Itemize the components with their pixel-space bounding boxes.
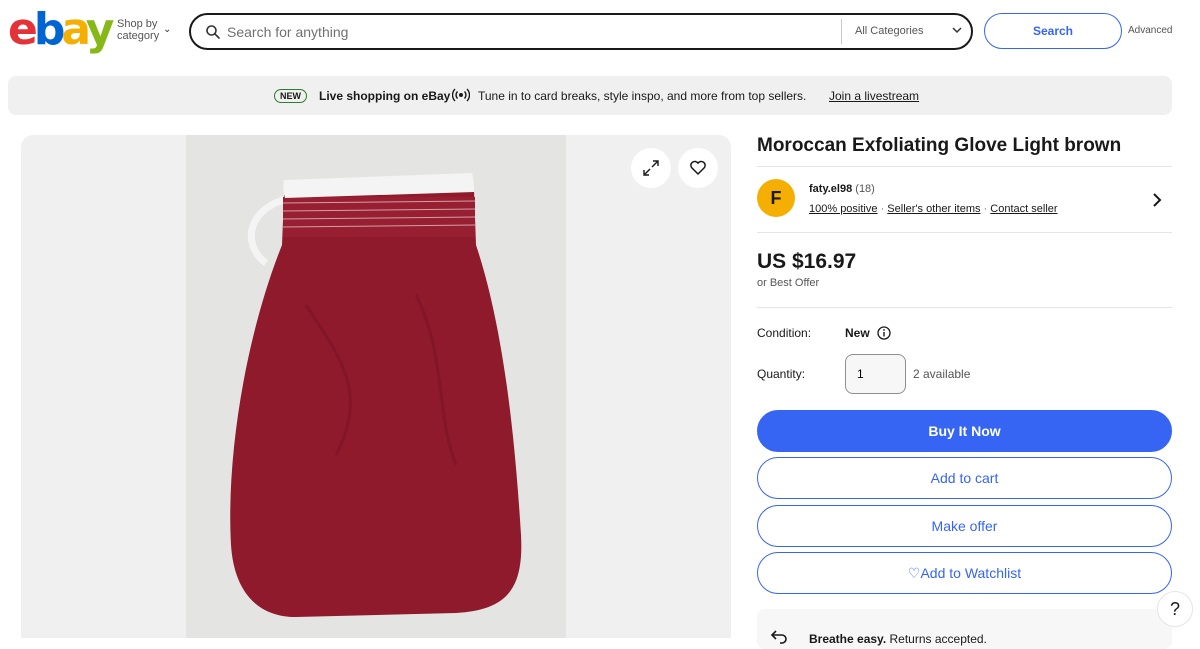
shop-by-label: Shop by [117,18,158,30]
condition-label: Condition: [757,326,812,340]
sellers-other-items-link[interactable]: Seller's other items [887,203,980,215]
heart-icon: ♡ [907,565,921,581]
returns-text: Breathe easy. Returns accepted. [809,632,987,646]
exfoliating-glove-illustration [186,135,566,638]
add-to-watchlist-label: Add to Watchlist [920,565,1022,581]
header: ebay Shop by category ⌄ All Categories S… [0,0,1200,64]
chevron-down-icon[interactable]: ⌄ [163,24,171,35]
expand-icon [643,160,659,176]
search-button[interactable]: Search [984,13,1122,49]
search-input[interactable] [227,21,827,43]
live-shopping-banner: NEW Live shopping on eBay Tune in to car… [8,76,1172,115]
add-to-watchlist-button[interactable]: ♡Add to Watchlist [757,552,1172,594]
seller-links: 100% positive · Seller's other items · C… [809,203,1058,215]
seller-name[interactable]: faty.el98 (18) [809,183,875,195]
returns-policy-box: Breathe easy. Returns accepted. [757,609,1172,649]
category-select[interactable]: All Categories [855,25,923,37]
contact-seller-link[interactable]: Contact seller [990,203,1057,215]
chevron-right-icon[interactable] [1152,192,1162,208]
join-livestream-link[interactable]: Join a livestream [829,89,919,103]
heart-icon [690,160,706,175]
expand-image-button[interactable] [631,148,671,188]
condition-value: New [845,326,870,340]
item-price: US $16.97 [757,250,857,273]
advanced-search-link[interactable]: Advanced [1128,25,1172,36]
chevron-down-icon[interactable] [951,24,963,36]
seller-avatar[interactable]: F [757,179,795,217]
ebay-logo[interactable]: ebay [8,6,114,54]
divider [757,166,1172,167]
quantity-input[interactable] [845,354,906,394]
divider [757,232,1172,233]
broadcast-icon [452,88,470,102]
divider [757,307,1172,308]
banner-title: Live shopping on eBay [319,89,451,103]
add-to-cart-button[interactable]: Add to cart [757,457,1172,499]
shop-by-category-button[interactable]: Shop by category [117,18,167,42]
banner-text: Tune in to card breaks, style inspo, and… [478,89,807,103]
info-icon[interactable] [877,326,891,340]
watch-button[interactable] [678,148,718,188]
search-icon [206,25,220,39]
best-offer-label: or Best Offer [757,277,820,289]
image-gallery [21,135,731,638]
search-bar: All Categories [189,13,973,50]
make-offer-button[interactable]: Make offer [757,505,1172,547]
quantity-label: Quantity: [757,367,806,381]
buy-it-now-button[interactable]: Buy It Now [757,410,1172,452]
help-button[interactable]: ? [1157,591,1193,627]
product-image[interactable] [186,135,566,638]
item-title: Moroccan Exfoliating Glove Light brown [757,135,1122,156]
new-badge: NEW [274,89,307,103]
divider [841,19,842,44]
positive-feedback-link[interactable]: 100% positive [809,203,878,215]
return-arrow-icon [770,630,787,644]
seller-feedback-count: (18) [855,183,875,195]
quantity-available: 2 available [913,367,971,381]
category-label: category [117,30,160,42]
